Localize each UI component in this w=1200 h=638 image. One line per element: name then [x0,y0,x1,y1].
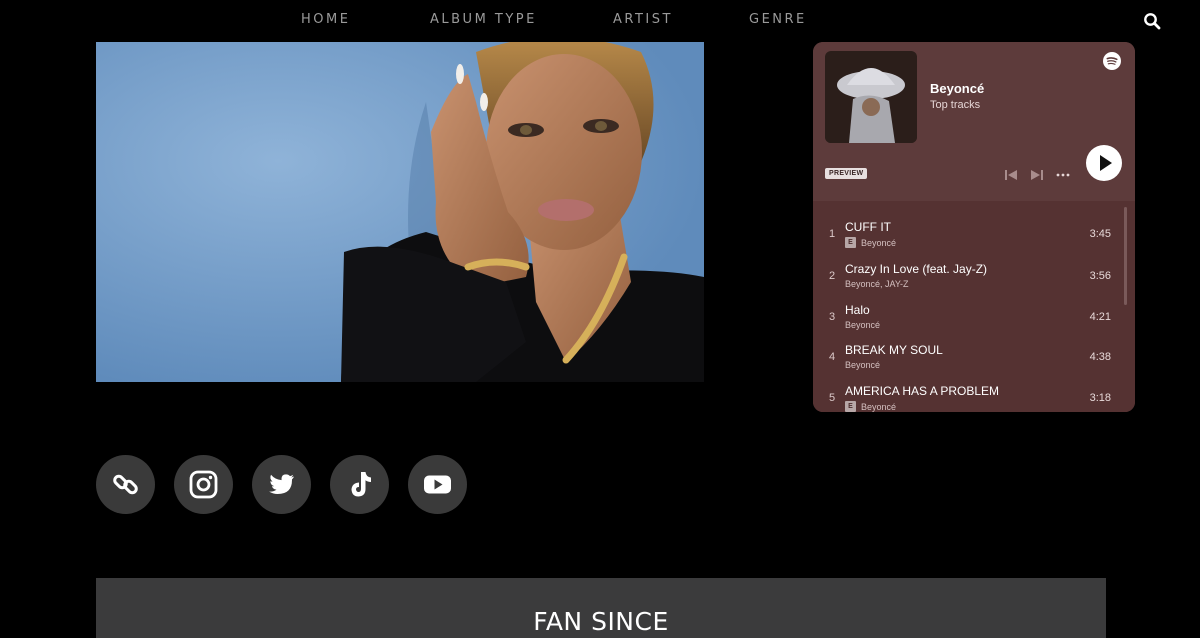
track-duration: 4:21 [1089,311,1111,323]
track-row[interactable]: 4 BREAK MY SOUL Beyoncé 4:38 [813,331,1123,371]
fan-since-section: FAN SINCE [96,578,1106,638]
track-artist-name: Beyoncé [861,401,897,412]
track-title: Halo [845,303,870,317]
track-artist: E Beyoncé [845,237,896,248]
track-artist-name: Beyoncé [845,320,881,330]
track-artist-name: Beyoncé [861,237,897,248]
twitter-icon[interactable] [252,455,311,514]
spotify-embed: Beyoncé Top tracks PREVIEW 1 CUFF IT E B… [813,42,1135,412]
album-cover-image[interactable] [825,51,917,143]
nav-home-link[interactable]: HOME [301,12,350,27]
track-duration: 3:18 [1089,392,1111,404]
explicit-badge: E [845,237,856,248]
track-number: 5 [829,392,836,404]
spotify-logo-icon[interactable] [1103,52,1121,70]
play-button[interactable] [1086,145,1122,181]
spotify-artist-name[interactable]: Beyoncé [930,81,984,96]
track-artist: Beyoncé [845,360,880,370]
track-row[interactable]: 1 CUFF IT E Beyoncé 3:45 [813,208,1123,248]
track-number: 1 [829,228,836,240]
track-list-scrollbar[interactable] [1124,207,1127,305]
track-title: BREAK MY SOUL [845,343,943,357]
track-duration: 3:45 [1089,228,1111,240]
track-row[interactable]: 3 Halo Beyoncé 4:21 [813,291,1123,331]
track-title: Crazy In Love (feat. Jay-Z) [845,262,988,276]
track-artist-name: Beyoncé [845,360,881,370]
fan-since-title: FAN SINCE [533,607,669,636]
track-artist: E Beyoncé [845,401,896,412]
track-duration: 3:56 [1089,270,1111,282]
track-row[interactable]: 2 Crazy In Love (feat. Jay-Z) Beyoncé, J… [813,250,1123,290]
hero-portrait-image [96,42,704,382]
explicit-badge: E [845,401,856,412]
top-nav: HOME ALBUM TYPE ARTIST GENRE [0,0,1200,40]
spotify-header: Beyoncé Top tracks PREVIEW [813,42,1135,201]
track-title: CUFF IT [845,220,891,234]
skip-next-icon[interactable] [1030,168,1044,182]
more-options-icon[interactable] [1056,168,1070,182]
nav-genre-link[interactable]: GENRE [749,12,807,27]
instagram-icon[interactable] [174,455,233,514]
preview-badge: PREVIEW [825,168,868,179]
track-duration: 4:38 [1089,351,1111,363]
track-number: 2 [829,270,836,282]
search-icon[interactable] [1143,12,1161,30]
skip-previous-icon[interactable] [1004,168,1018,182]
track-title: AMERICA HAS A PROBLEM [845,384,1000,398]
track-list: 1 CUFF IT E Beyoncé 3:45 2 Crazy In Love … [813,201,1135,412]
track-number: 3 [829,311,836,323]
link-icon[interactable] [96,455,155,514]
track-number: 4 [829,351,836,363]
track-row[interactable]: 5 AMERICA HAS A PROBLEM E Beyoncé 3:18 [813,372,1123,412]
nav-album-type-link[interactable]: ALBUM TYPE [430,12,537,27]
tiktok-icon[interactable] [330,455,389,514]
spotify-subtitle: Top tracks [930,99,981,111]
track-artist: Beyoncé, JAY-Z [845,279,909,289]
youtube-icon[interactable] [408,455,467,514]
track-artist: Beyoncé [845,320,880,330]
nav-artist-link[interactable]: ARTIST [613,12,673,27]
track-artist-name: Beyoncé, JAY-Z [845,279,909,289]
